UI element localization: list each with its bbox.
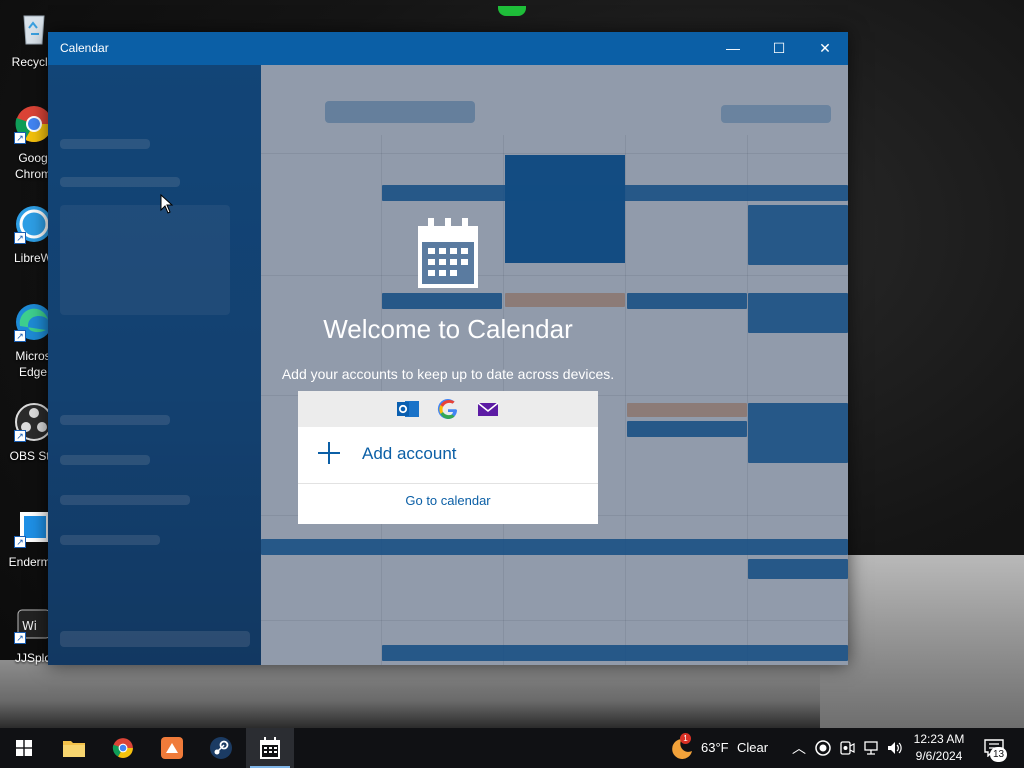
calendar-window: Calendar — ☐ ✕ Welcome to Calendar Add y… bbox=[48, 32, 848, 665]
account-card: Add account Go to calendar bbox=[298, 391, 598, 524]
provider-strip bbox=[298, 391, 598, 427]
maximize-button[interactable]: ☐ bbox=[756, 32, 802, 65]
svg-text:Wi: Wi bbox=[22, 619, 37, 633]
wallpaper-floor-right bbox=[820, 555, 1024, 728]
calendar-icon bbox=[418, 218, 478, 288]
shortcut-arrow-icon: ↗ bbox=[14, 232, 26, 244]
start-button[interactable] bbox=[0, 728, 48, 768]
record-icon[interactable] bbox=[814, 739, 832, 757]
shortcut-arrow-icon: ↗ bbox=[14, 536, 26, 548]
google-icon bbox=[437, 399, 457, 419]
taskbar-app[interactable] bbox=[148, 728, 196, 768]
taskbar-calendar[interactable] bbox=[246, 728, 294, 768]
mail-icon bbox=[477, 402, 499, 416]
go-to-calendar-link[interactable]: Go to calendar bbox=[298, 493, 598, 508]
weather-condition: Clear bbox=[737, 740, 769, 755]
chrome-icon bbox=[112, 738, 133, 758]
shortcut-arrow-icon: ↗ bbox=[14, 330, 26, 342]
steam-icon bbox=[210, 737, 232, 759]
taskbar: 1 63°F Clear ︿ 12:23 AM 9/6/2024 13 bbox=[0, 728, 1024, 768]
clock[interactable]: 12:23 AM 9/6/2024 bbox=[908, 728, 970, 768]
calendar-icon bbox=[260, 737, 280, 759]
network-icon[interactable] bbox=[862, 739, 880, 757]
outlook-icon bbox=[397, 401, 419, 417]
volume-icon[interactable] bbox=[886, 739, 904, 757]
app-icon bbox=[161, 737, 183, 759]
windows-start-icon bbox=[16, 740, 32, 756]
window-title: Calendar bbox=[60, 41, 109, 55]
notification-count-badge: 13 bbox=[990, 747, 1007, 762]
taskbar-file-explorer[interactable] bbox=[50, 728, 98, 768]
add-account-label: Add account bbox=[362, 444, 457, 463]
show-hidden-icons-chevron-icon[interactable]: ︿ bbox=[790, 739, 808, 757]
taskbar-steam[interactable] bbox=[197, 728, 245, 768]
plus-icon bbox=[318, 442, 340, 464]
welcome-subtitle: Add your accounts to keep up to date acr… bbox=[281, 366, 615, 382]
wallpaper-green-light bbox=[498, 6, 526, 16]
weather-temperature: 63°F bbox=[701, 740, 729, 755]
shortcut-arrow-icon: ↗ bbox=[14, 132, 26, 144]
shortcut-arrow-icon: ↗ bbox=[14, 632, 26, 644]
minimize-button[interactable]: — bbox=[710, 32, 756, 65]
file-explorer-icon bbox=[63, 741, 85, 757]
mouse-cursor-icon bbox=[160, 194, 174, 214]
welcome-title: Welcome to Calendar bbox=[323, 314, 573, 344]
close-button[interactable]: ✕ bbox=[802, 32, 848, 65]
title-bar[interactable]: Calendar — ☐ ✕ bbox=[48, 32, 848, 65]
modal-overlay bbox=[48, 65, 848, 665]
shortcut-arrow-icon: ↗ bbox=[14, 430, 26, 442]
add-account-button[interactable]: Add account bbox=[298, 427, 598, 484]
taskbar-chrome[interactable] bbox=[99, 728, 147, 768]
clock-time: 12:23 AM bbox=[913, 732, 965, 746]
weather-widget[interactable]: 1 63°F Clear bbox=[666, 728, 776, 768]
camera-icon[interactable] bbox=[838, 739, 856, 757]
clock-date: 9/6/2024 bbox=[915, 749, 963, 763]
notification-center-button[interactable]: 13 bbox=[978, 728, 1024, 768]
weather-badge: 1 bbox=[680, 733, 691, 744]
